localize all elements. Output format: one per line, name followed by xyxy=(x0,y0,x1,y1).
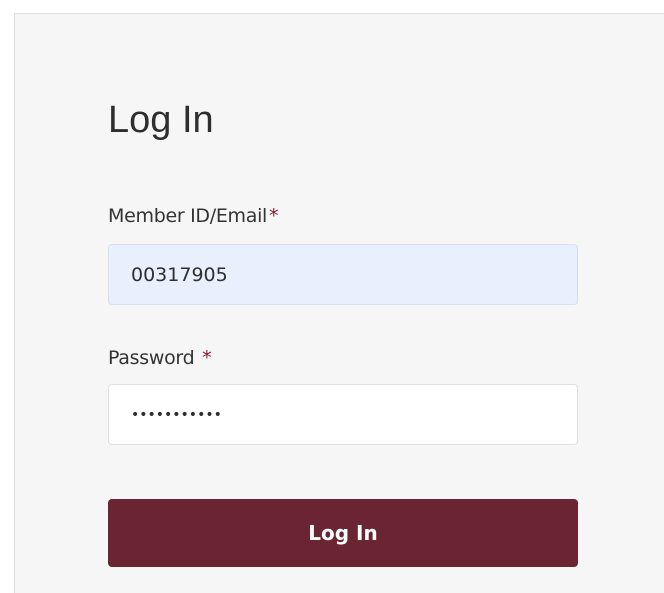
password-label-text: Password xyxy=(108,347,195,369)
required-indicator: * xyxy=(269,205,279,227)
page-title: Log In xyxy=(108,99,214,141)
password-label: Password * xyxy=(108,345,212,371)
login-button[interactable]: Log In xyxy=(108,499,578,567)
password-input[interactable] xyxy=(108,384,578,445)
required-indicator: * xyxy=(202,347,212,369)
member-id-label: Member ID/Email * xyxy=(108,203,279,229)
member-id-label-text: Member ID/Email xyxy=(108,205,268,227)
member-id-input[interactable] xyxy=(108,244,578,305)
